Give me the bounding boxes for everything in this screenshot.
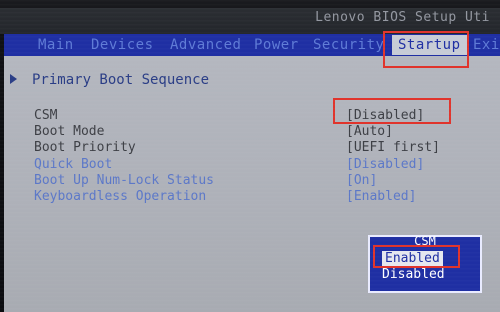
menu-main[interactable]: Main [38, 36, 74, 54]
setting-label-num-lock[interactable]: Boot Up Num-Lock Status [34, 173, 214, 188]
setting-value-num-lock[interactable]: [On] [346, 173, 377, 188]
csm-option-disabled[interactable]: Disabled [382, 267, 445, 282]
menu-devices[interactable]: Devices [91, 36, 154, 54]
menu-security[interactable]: Security [313, 36, 384, 54]
setting-label-quick-boot[interactable]: Quick Boot [34, 157, 112, 172]
menu-power[interactable]: Power [254, 36, 299, 54]
setting-value-boot-priority[interactable]: [UEFI first] [346, 140, 440, 155]
setting-label-csm[interactable]: CSM [34, 108, 57, 123]
csm-option-enabled[interactable]: Enabled [382, 251, 443, 266]
menu-advanced[interactable]: Advanced [170, 36, 241, 54]
setting-value-keyboardless[interactable]: [Enabled] [346, 189, 416, 204]
setting-label-keyboardless[interactable]: Keyboardless Operation [34, 189, 206, 204]
section-title: Primary Boot Sequence [32, 72, 210, 88]
setting-label-boot-mode[interactable]: Boot Mode [34, 124, 104, 139]
menu-startup[interactable]: Startup [392, 35, 467, 55]
setting-value-csm[interactable]: [Disabled] [346, 108, 424, 123]
menu-exit[interactable]: Exit [473, 36, 500, 54]
setting-value-boot-mode[interactable]: [Auto] [346, 124, 393, 139]
right-triangle-icon [10, 74, 17, 84]
setting-label-boot-priority[interactable]: Boot Priority [34, 140, 136, 155]
setting-value-quick-boot[interactable]: [Disabled] [346, 157, 424, 172]
bios-title: Lenovo BIOS Setup Uti [315, 10, 490, 25]
